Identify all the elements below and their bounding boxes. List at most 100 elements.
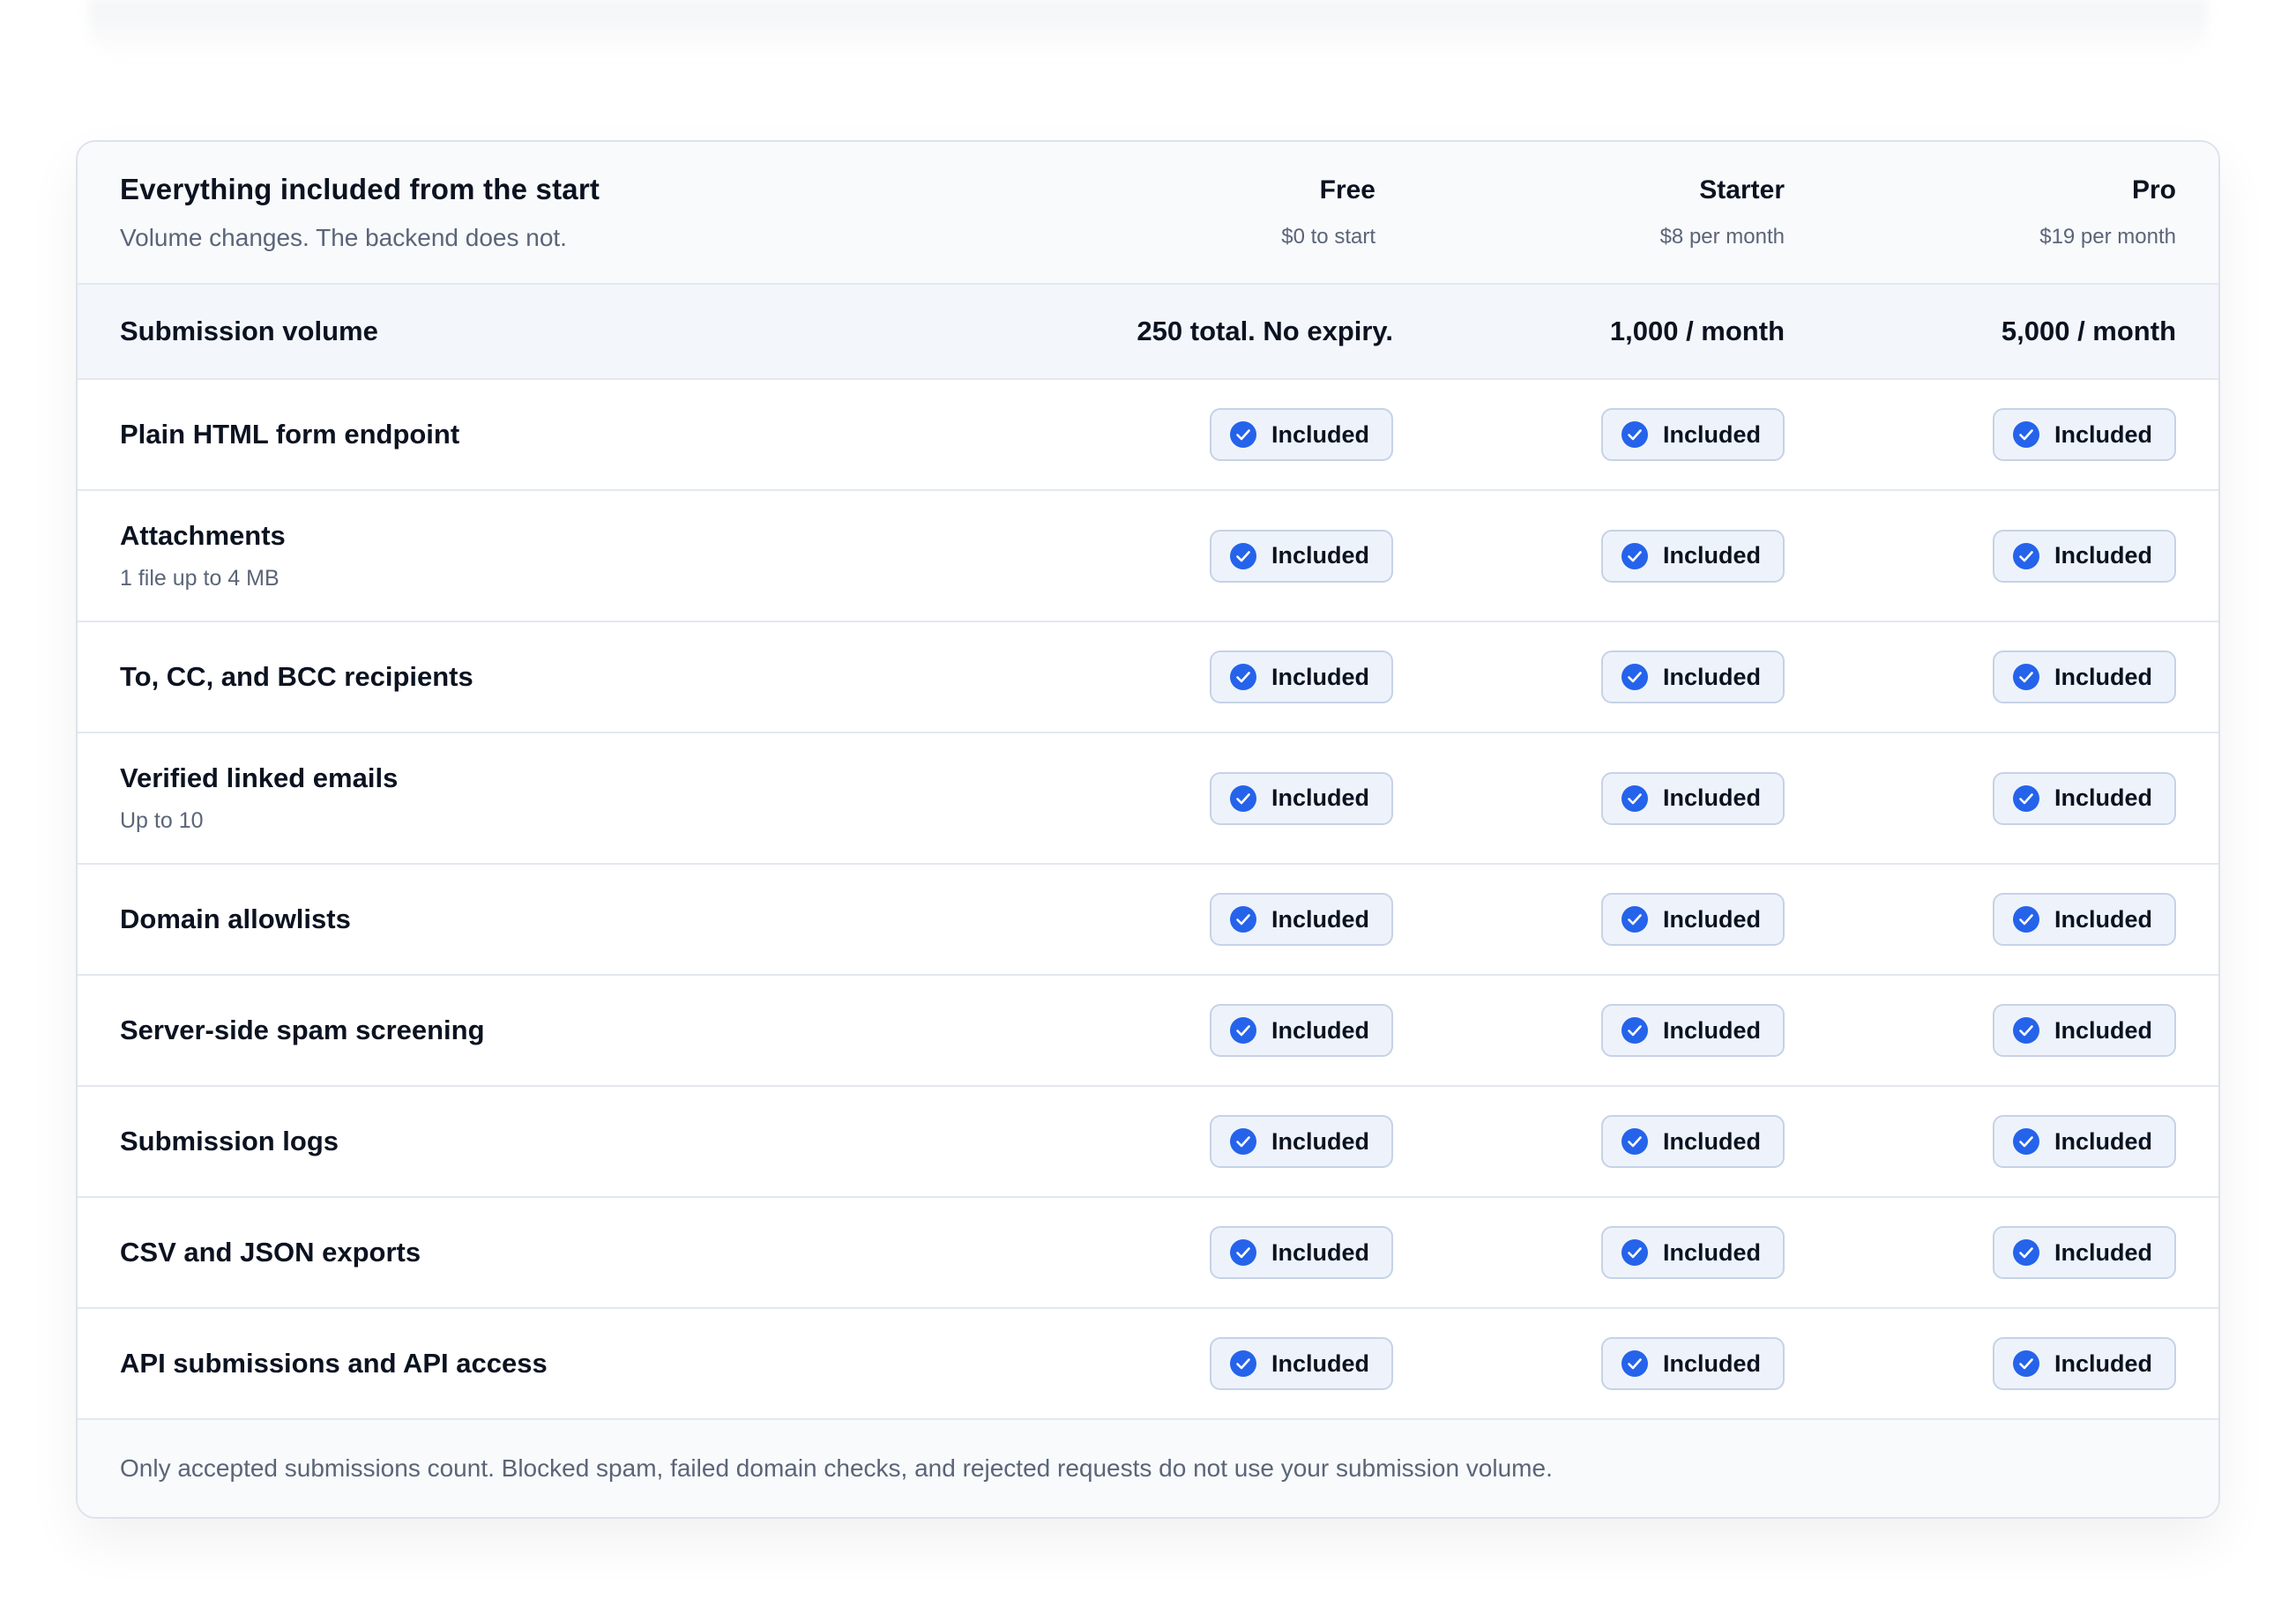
badge-label: Included: [1663, 663, 1762, 690]
feature-cell: Attachments 1 file up to 4 MB: [120, 520, 1002, 591]
plan-header-free: Free $0 to start: [1281, 175, 1375, 249]
badge-label: Included: [2054, 1016, 2153, 1044]
plan-header-pro: Pro $19 per month: [2039, 175, 2176, 249]
check-circle-icon: [2013, 784, 2039, 812]
included-badge: Included: [1210, 1004, 1393, 1057]
plan-cell-pro: Included: [1785, 1004, 2176, 1057]
plan-column-free: Free $0 to start: [1002, 175, 1411, 249]
plan-cell-free: Included: [1002, 1337, 1393, 1390]
badge-label: Included: [1663, 905, 1762, 933]
feature-cell: API submissions and API access: [120, 1348, 1002, 1379]
badge-label: Included: [1271, 1016, 1370, 1044]
badge-label: Included: [1663, 1238, 1762, 1266]
check-circle-icon: [2013, 421, 2039, 448]
feature-row-6: Server-side spam screening Included Incl…: [78, 976, 2218, 1087]
feature-row-9: API submissions and API access Included …: [78, 1309, 2218, 1420]
plan-cell-free: Included: [1002, 893, 1393, 946]
check-circle-icon: [1621, 906, 1648, 933]
included-badge: Included: [1210, 529, 1393, 583]
check-circle-icon: [1230, 784, 1256, 812]
included-badge: Included: [1210, 1226, 1393, 1279]
feature-note: Up to 10: [120, 808, 204, 833]
plan-cell-starter: Included: [1393, 1004, 1785, 1057]
feature-row-1: Plain HTML form endpoint Included Includ…: [78, 380, 2218, 491]
included-badge: Included: [1993, 771, 2176, 825]
badge-label: Included: [2054, 905, 2153, 933]
volume-value: 1,000 / month: [1609, 316, 1785, 346]
check-circle-icon: [2013, 542, 2039, 569]
included-badge: Included: [1993, 529, 2176, 583]
check-circle-icon: [1230, 1128, 1256, 1155]
included-badge: Included: [1210, 893, 1393, 946]
volume-value: 5,000 / month: [2001, 316, 2176, 346]
submission-volume-row: Submission volume 250 total. No expiry. …: [78, 285, 2218, 380]
check-circle-icon: [1621, 784, 1648, 812]
badge-label: Included: [2054, 542, 2153, 569]
check-circle-icon: [1230, 664, 1256, 690]
check-circle-icon: [2013, 1239, 2039, 1266]
included-badge: Included: [1601, 893, 1785, 946]
feature-row-7: Submission logs Included Included Includ: [78, 1087, 2218, 1198]
plan-name: Starter: [1699, 175, 1785, 204]
included-badge: Included: [1993, 1337, 2176, 1390]
plan-cell-free: Included: [1002, 651, 1393, 703]
feature-label: Domain allowlists: [120, 903, 351, 934]
plan-cell-starter: Included: [1393, 1115, 1785, 1168]
table-subtitle: Volume changes. The backend does not.: [120, 224, 567, 251]
included-badge: Included: [1210, 1115, 1393, 1168]
check-circle-icon: [1621, 1239, 1648, 1266]
included-badge: Included: [1993, 1115, 2176, 1168]
feature-cell: Verified linked emails Up to 10: [120, 762, 1002, 834]
volume-label: Submission volume: [120, 316, 378, 346]
feature-cell: Server-side spam screening: [120, 1015, 1002, 1046]
included-badge: Included: [1601, 651, 1785, 703]
badge-label: Included: [1271, 1127, 1370, 1155]
badge-label: Included: [1271, 905, 1370, 933]
plan-price: $19 per month: [2039, 225, 2176, 249]
included-badge: Included: [1993, 408, 2176, 461]
feature-label: Server-side spam screening: [120, 1015, 485, 1045]
included-badge: Included: [1601, 529, 1785, 583]
included-badge: Included: [1601, 771, 1785, 825]
feature-label: CSV and JSON exports: [120, 1237, 421, 1268]
feature-label: API submissions and API access: [120, 1348, 548, 1379]
check-circle-icon: [2013, 664, 2039, 690]
badge-label: Included: [1271, 1349, 1370, 1377]
footer-note: Only accepted submissions count. Blocked…: [120, 1454, 1553, 1482]
check-circle-icon: [2013, 1017, 2039, 1044]
table-title: Everything included from the start: [120, 173, 600, 205]
included-badge: Included: [1601, 1226, 1785, 1279]
badge-label: Included: [2054, 663, 2153, 690]
included-badge: Included: [1993, 651, 2176, 703]
badge-label: Included: [1663, 420, 1762, 448]
plan-cell-pro: Included: [1785, 529, 2176, 583]
check-circle-icon: [1621, 664, 1648, 690]
feature-row-4: Verified linked emails Up to 10 Included…: [78, 733, 2218, 865]
plan-cell-starter: Included: [1393, 529, 1785, 583]
plan-cell-starter: Included: [1393, 1337, 1785, 1390]
plan-price: $8 per month: [1659, 225, 1785, 249]
badge-label: Included: [1663, 1127, 1762, 1155]
plan-cell-starter: Included: [1393, 1226, 1785, 1279]
included-badge: Included: [1210, 408, 1393, 461]
badge-label: Included: [2054, 1127, 2153, 1155]
included-badge: Included: [1993, 1004, 2176, 1057]
check-circle-icon: [1230, 906, 1256, 933]
check-circle-icon: [1230, 1017, 1256, 1044]
feature-label: To, CC, and BCC recipients: [120, 661, 473, 692]
feature-row-5: Domain allowlists Included Included Incl: [78, 865, 2218, 976]
check-circle-icon: [1230, 542, 1256, 569]
plan-price: $0 to start: [1281, 225, 1375, 249]
included-badge: Included: [1210, 651, 1393, 703]
badge-label: Included: [2054, 784, 2153, 811]
badge-label: Included: [1663, 1349, 1762, 1377]
feature-cell: Domain allowlists: [120, 903, 1002, 935]
badge-label: Included: [1271, 663, 1370, 690]
included-badge: Included: [1210, 771, 1393, 825]
feature-cell: To, CC, and BCC recipients: [120, 661, 1002, 693]
badge-label: Included: [1663, 542, 1762, 569]
plan-cell-starter: Included: [1393, 771, 1785, 825]
plan-cell-free: Included: [1002, 408, 1393, 461]
check-circle-icon: [2013, 1350, 2039, 1377]
plan-cell-pro: Included: [1785, 651, 2176, 703]
